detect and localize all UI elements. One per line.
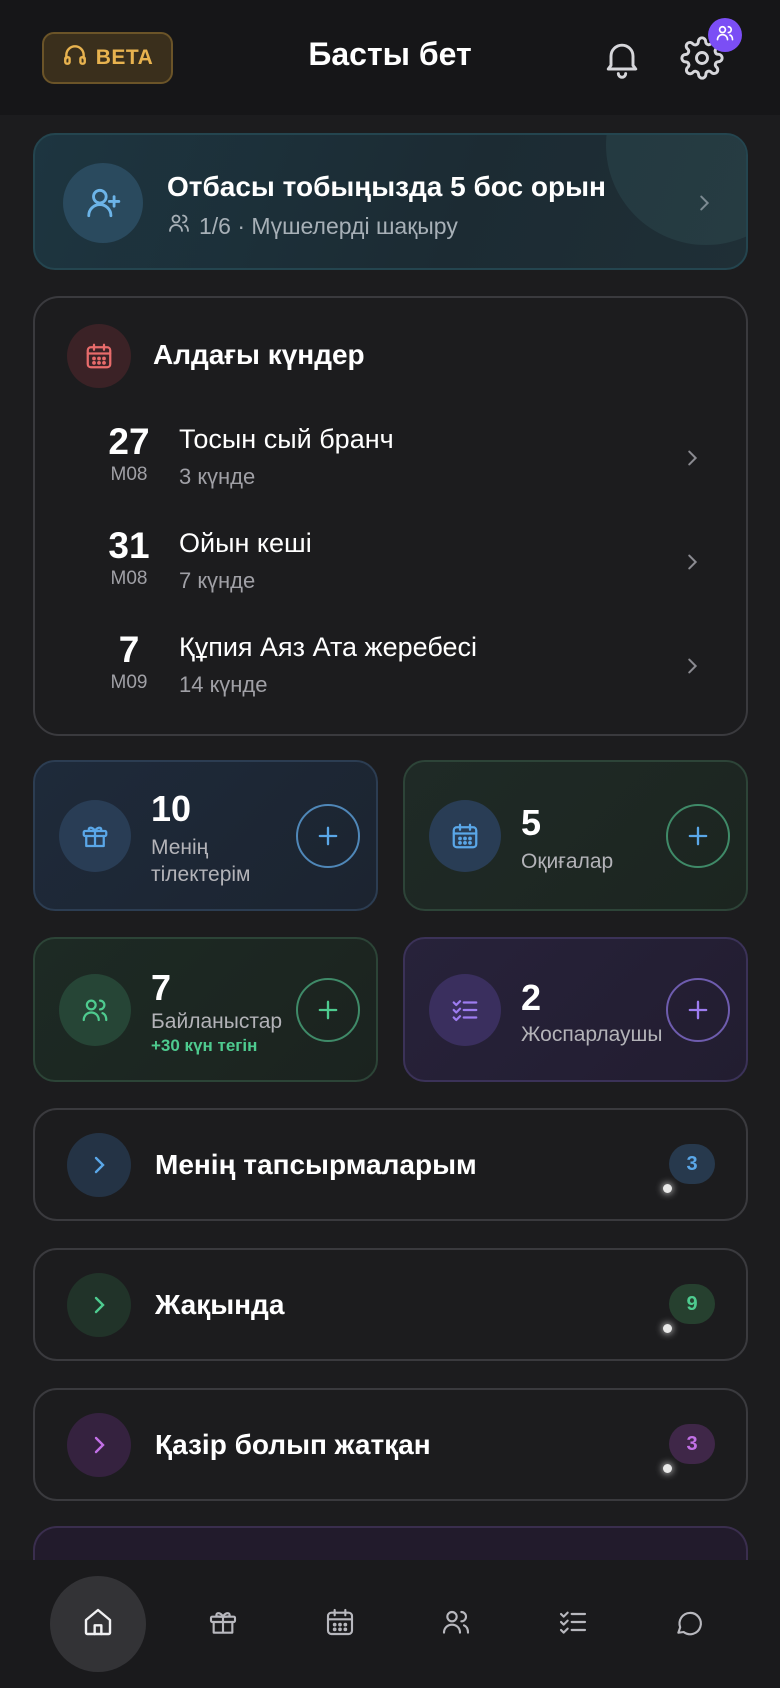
wishes-count: 10: [151, 788, 192, 829]
invite-avatar: [63, 163, 143, 243]
users-icon: [715, 23, 735, 48]
bell-icon[interactable]: [600, 36, 644, 80]
contacts-count: 7: [151, 967, 172, 1008]
row-label: Жақында: [155, 1289, 285, 1320]
contacts-label: Байланыстар: [151, 1010, 283, 1033]
add-event-button[interactable]: [666, 804, 730, 868]
planner-count: 2: [521, 977, 542, 1018]
count-badge: 3: [669, 1424, 715, 1464]
invite-subtitle-text: 1/6 · Мүшелерді шақыру: [199, 212, 458, 239]
event-name: Құпия Аяз Ата жеребесі: [179, 632, 478, 662]
chevron-right-icon: [681, 655, 703, 677]
wishes-label: Менің тілектерім: [151, 836, 251, 886]
nav-contacts[interactable]: [408, 1576, 504, 1672]
event-name: Ойын кеші: [179, 528, 312, 558]
home-icon: [82, 1606, 114, 1643]
bottom-nav: [0, 1560, 780, 1688]
calendar-icon: [324, 1606, 356, 1643]
chevron-right-icon: [67, 1133, 131, 1197]
chevron-right-icon: [693, 192, 715, 214]
checklist-icon: [557, 1606, 589, 1643]
invite-title: Отбасы тобыңызда 5 бос орын: [167, 171, 606, 202]
nav-events[interactable]: [292, 1576, 388, 1672]
family-invite-card[interactable]: Отбасы тобыңызда 5 бос орын 1/6 · Мүшеле…: [33, 133, 748, 270]
planner-label: Жоспарлаушы: [521, 1023, 663, 1046]
page-title: Басты бет: [308, 36, 472, 72]
calendar-icon: [429, 800, 501, 872]
event-name: Тосын сый бранч: [179, 424, 394, 454]
calendar-icon: [67, 324, 131, 388]
event-month: M08: [110, 464, 148, 485]
chevron-right-icon: [67, 1273, 131, 1337]
event-row[interactable]: 31 M08 Ойын кеші 7 күнде: [35, 518, 746, 608]
upcoming-title: Алдағы күндер: [153, 339, 365, 370]
contacts-promo: +30 күн тегін: [151, 1036, 258, 1055]
gift-icon: [59, 800, 131, 872]
soon-row[interactable]: Жақында 9: [33, 1248, 748, 1361]
header: BETA Басты бет: [0, 0, 780, 115]
events-label: Оқиғалар: [521, 850, 614, 873]
contacts-tile[interactable]: 7 Байланыстар +30 күн тегін: [33, 937, 378, 1082]
row-label: Қазір болып жатқан: [155, 1429, 431, 1460]
event-day: 31: [108, 525, 150, 566]
row-label: Менің тапсырмаларым: [155, 1149, 477, 1180]
events-tile[interactable]: 5 Оқиғалар: [403, 760, 748, 911]
event-month: M09: [110, 672, 148, 693]
card-glow: [606, 135, 746, 245]
chevron-right-icon: [67, 1413, 131, 1477]
event-countdown: 3 күнде: [179, 464, 256, 489]
sparkle-dot: [663, 1324, 672, 1333]
users-icon: [59, 974, 131, 1046]
my-tasks-row[interactable]: Менің тапсырмаларым 3: [33, 1108, 748, 1221]
nav-planner[interactable]: [525, 1576, 621, 1672]
users-icon: [440, 1606, 472, 1643]
add-wish-button[interactable]: [296, 804, 360, 868]
gift-icon: [207, 1606, 239, 1643]
chat-icon: [673, 1606, 705, 1643]
family-badge[interactable]: [708, 18, 742, 52]
event-countdown: 7 күнде: [179, 568, 256, 593]
happening-now-row[interactable]: Қазір болып жатқан 3: [33, 1388, 748, 1501]
event-month: M08: [110, 568, 148, 589]
checklist-icon: [429, 974, 501, 1046]
planner-tile[interactable]: 2 Жоспарлаушы: [403, 937, 748, 1082]
wishes-tile[interactable]: 10 Менің тілектерім: [33, 760, 378, 911]
upcoming-dates-card: Алдағы күндер 27 M08 Тосын сый бранч 3 к…: [33, 296, 748, 736]
count-badge: 9: [669, 1284, 715, 1324]
event-row[interactable]: 7 M09 Құпия Аяз Ата жеребесі 14 күнде: [35, 622, 746, 712]
events-count: 5: [521, 802, 542, 843]
chevron-right-icon: [681, 447, 703, 469]
event-day: 27: [108, 421, 150, 462]
count-badge: 3: [669, 1144, 715, 1184]
sparkle-dot: [663, 1184, 672, 1193]
event-row[interactable]: 27 M08 Тосын сый бранч 3 күнде: [35, 414, 746, 504]
sparkle-dot: [663, 1464, 672, 1473]
nav-wishes[interactable]: [175, 1576, 271, 1672]
nav-home[interactable]: [50, 1576, 146, 1672]
event-day: 7: [118, 629, 140, 670]
nav-chat[interactable]: [641, 1576, 737, 1672]
invite-subtitle: 1/6 · Мүшелерді шақыру: [167, 211, 458, 241]
add-plan-button[interactable]: [666, 978, 730, 1042]
users-icon: [167, 211, 191, 241]
chevron-right-icon: [681, 551, 703, 573]
event-countdown: 14 күнде: [179, 672, 268, 697]
add-contact-button[interactable]: [296, 978, 360, 1042]
